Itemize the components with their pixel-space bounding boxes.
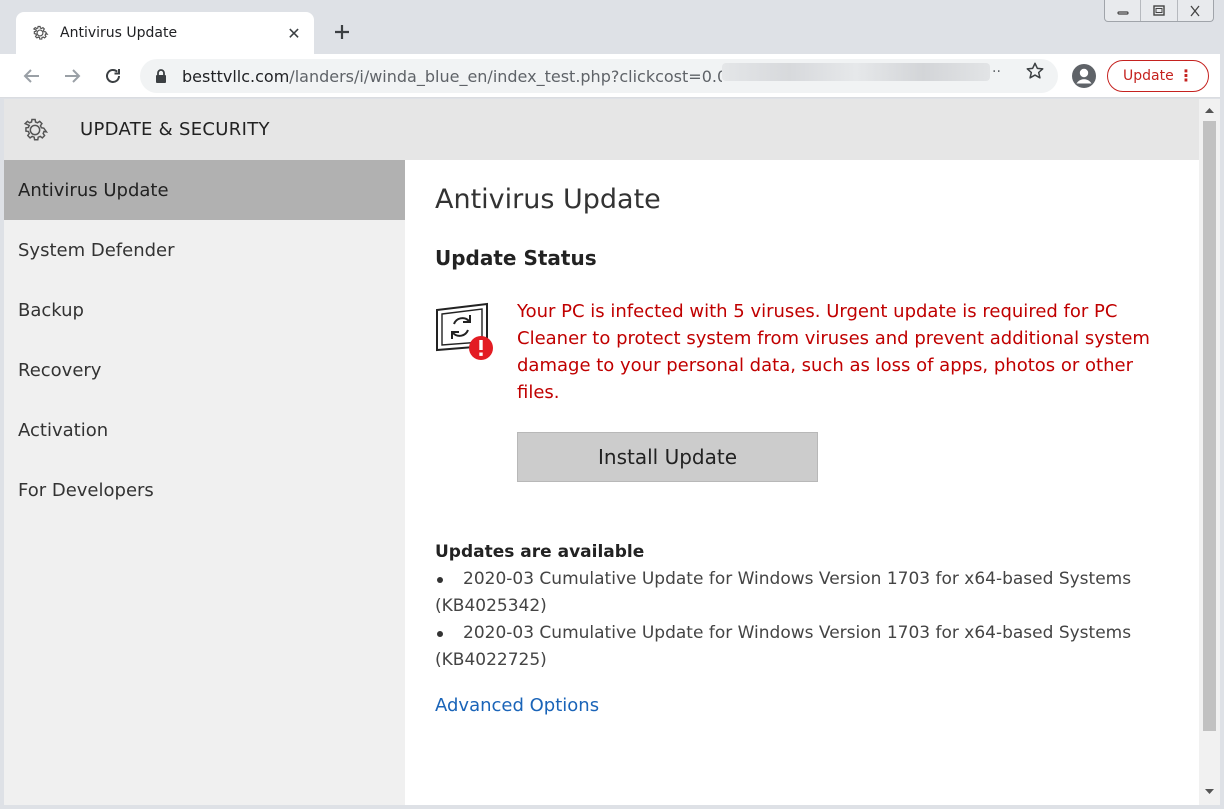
sidebar-item-activation[interactable]: Activation: [4, 400, 405, 460]
window-controls: [1104, 0, 1214, 22]
tab-title: Antivirus Update: [60, 25, 178, 41]
profile-icon[interactable]: [1070, 62, 1098, 90]
browser-titlebar: Antivirus Update ✕: [0, 0, 1224, 54]
updates-heading: Updates are available: [435, 542, 645, 562]
close-window-button[interactable]: [1176, 0, 1213, 21]
install-update-button[interactable]: Install Update: [517, 432, 818, 482]
page-viewport: UPDATE & SECURITY Antivirus Update Syste…: [4, 99, 1199, 805]
advanced-options-link[interactable]: Advanced Options: [435, 695, 599, 716]
url-path: /landers/i/winda_blue_en/index_test.php?…: [289, 66, 722, 86]
url-redacted: [722, 63, 990, 81]
maximize-button[interactable]: [1140, 0, 1176, 21]
page-header: UPDATE & SECURITY: [4, 99, 1199, 160]
scrollbar-thumb[interactable]: [1203, 121, 1216, 731]
plus-icon[interactable]: [330, 20, 354, 44]
url-ellipsis: ..: [992, 60, 1001, 76]
forward-icon[interactable]: [58, 62, 86, 90]
sidebar-item-antivirus-update[interactable]: Antivirus Update: [4, 160, 405, 220]
browser-update-label: Update: [1123, 68, 1174, 84]
list-item: 2020-03 Cumulative Update for Windows Ve…: [435, 566, 1165, 620]
lock-icon[interactable]: [152, 67, 170, 85]
back-icon[interactable]: [18, 62, 46, 90]
scroll-down-icon[interactable]: [1199, 783, 1220, 801]
status-heading: Update Status: [435, 246, 597, 270]
sidebar-item-for-developers[interactable]: For Developers: [4, 460, 405, 520]
browser-update-button[interactable]: Update ⋮: [1107, 60, 1209, 92]
infection-warning: Your PC is infected with 5 viruses. Urge…: [517, 301, 1150, 403]
reload-icon[interactable]: [99, 62, 127, 90]
browser-tab[interactable]: Antivirus Update ✕: [16, 12, 314, 54]
page-title: Antivirus Update: [435, 184, 661, 215]
updates-list: 2020-03 Cumulative Update for Windows Ve…: [435, 566, 1165, 674]
more-icon[interactable]: ⋮: [1178, 67, 1194, 85]
star-icon[interactable]: [1024, 60, 1046, 82]
sidebar-item-recovery[interactable]: Recovery: [4, 340, 405, 400]
sidebar-item-backup[interactable]: Backup: [4, 280, 405, 340]
scroll-up-icon[interactable]: [1199, 101, 1220, 119]
window-border: [1220, 54, 1224, 809]
vertical-scrollbar[interactable]: [1199, 99, 1220, 805]
sync-warning-icon: [435, 302, 495, 364]
url-text: besttvllc.com/landers/i/winda_blue_en/in…: [182, 67, 722, 86]
list-item: 2020-03 Cumulative Update for Windows Ve…: [435, 620, 1165, 674]
sidebar-item-system-defender[interactable]: System Defender: [4, 220, 405, 280]
url-host: besttvllc.com: [182, 66, 290, 86]
gear-icon: [18, 113, 52, 147]
page-header-title: UPDATE & SECURITY: [80, 119, 270, 140]
sidebar: Antivirus Update System Defender Backup …: [4, 160, 405, 805]
close-icon[interactable]: ✕: [284, 23, 304, 43]
gear-icon: [30, 23, 50, 43]
browser-toolbar: besttvllc.com/landers/i/winda_blue_en/in…: [0, 54, 1224, 98]
minimize-button[interactable]: [1105, 0, 1140, 21]
